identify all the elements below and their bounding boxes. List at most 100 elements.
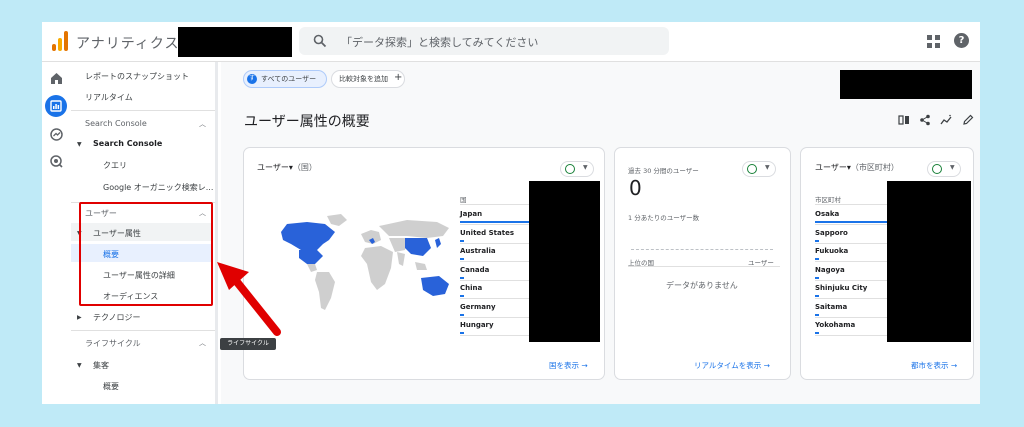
redacted-values [887,181,971,342]
explore-icon[interactable] [49,127,64,142]
add-comparison-button[interactable]: 比較対象を追加 + [331,70,405,88]
redacted-date-range[interactable] [840,70,972,99]
sidebar-item-realtime[interactable]: リアルタイム [85,92,133,103]
row-bar [460,239,464,242]
table-row[interactable]: Fukuoka [815,247,848,255]
redacted-property-selector[interactable] [178,27,292,57]
table-row[interactable]: Australia [460,247,496,255]
annotation-highlight-box [79,202,213,306]
table-row[interactable]: Germany [460,303,496,311]
table-row[interactable]: Osaka [815,210,839,218]
row-bar [460,313,464,316]
country-card: ユーザー▾（国） ▼ 国 Japan United States Austral… [243,147,605,380]
card-title[interactable]: ユーザー▾（国） [257,162,317,173]
arrow-right-icon: → [581,361,588,370]
table-row[interactable]: Nagoya [815,266,845,274]
left-nav-rail [42,62,71,404]
view-realtime-link[interactable]: リアルタイムを表示 → [694,360,770,371]
row-divider [460,335,530,336]
chevron-up-icon[interactable]: ︿ [199,338,206,348]
sidebar-group-search-console[interactable]: Search Console [93,139,162,148]
sidebar-item-organic-search[interactable]: Google オーガニック検索レ... [103,182,213,193]
card-title[interactable]: ユーザー▾（市区町村） [815,162,899,173]
caret-down-icon[interactable]: ▼ [77,362,82,369]
reports-nav-active[interactable] [45,95,67,117]
realtime-title: 過去 30 分間のユーザー [628,167,699,175]
link-label: 国を表示 [549,361,579,370]
sidebar-item-queries[interactable]: クエリ [103,160,127,171]
row-bar [460,295,464,297]
dropdown-arrow-icon: ▼ [765,164,770,171]
compare-columns-icon[interactable] [898,114,910,126]
sidebar-item-acquisition-overview[interactable]: 概要 [103,381,119,392]
search-input[interactable]: 「データ探索」と検索してみてください [299,27,669,55]
segment-chip-all-users[interactable]: す すべてのユーザー [243,70,327,88]
city-card: ユーザー▾（市区町村） ▼ 市区町村 Osaka Sapporo Fukuoka Na… [800,147,974,380]
metric-selector[interactable]: ユーザー▾ [257,163,293,172]
table-row[interactable]: United States [460,229,514,237]
row-bar [815,295,819,297]
sparkline-baseline [631,249,773,250]
view-cities-link[interactable]: 都市を表示 → [911,360,957,371]
dropdown-arrow-icon: ▼ [583,164,588,171]
analytics-logo-icon[interactable] [52,31,70,51]
home-icon[interactable] [49,71,64,86]
chevron-up-icon[interactable]: ︿ [199,119,206,129]
edit-icon[interactable] [962,114,974,126]
help-icon[interactable]: ? [954,33,969,48]
divider [71,110,215,111]
realtime-card: 過去 30 分間のユーザー ▼ 0 1 分あたりのユーザー数 上位の国 ユーザー… [614,147,791,380]
view-countries-link[interactable]: 国を表示 → [549,360,588,371]
status-dropdown[interactable]: ▼ [560,161,594,177]
share-icon[interactable] [919,114,931,126]
advertising-icon[interactable] [49,154,64,169]
table-row[interactable]: Japan [460,210,482,218]
row-bar [460,276,464,279]
row-divider [628,266,780,267]
row-divider [815,298,887,299]
dropdown-arrow-icon: ▼ [950,164,955,171]
annotation-arrow [217,262,281,336]
sidebar-group-tech[interactable]: テクノロジー [93,312,141,323]
insights-icon[interactable] [940,114,952,126]
caret-down-icon[interactable]: ▼ [77,141,82,148]
row-divider [815,204,887,205]
sidebar-section-lifecycle[interactable]: ライフサイクル [85,338,141,349]
apps-grid-icon[interactable] [927,35,940,48]
row-divider [815,279,887,281]
table-row[interactable]: Shinjuku City [815,284,867,292]
dimension-label: （市区町村） [850,163,899,172]
row-bar [460,221,530,223]
sidebar-group-acquisition[interactable]: 集客 [93,360,109,371]
row-divider [460,204,530,205]
row-divider [460,279,530,281]
row-bar [815,313,819,316]
caret-right-icon[interactable]: ▶ [77,314,82,321]
check-circle-icon [932,164,942,174]
status-dropdown[interactable]: ▼ [742,161,776,177]
column-header: 国 [460,196,467,204]
tooltip: ライフサイクル [220,338,276,350]
arrow-right-icon: → [950,361,958,370]
table-row[interactable]: Yokohama [815,321,855,329]
table-row[interactable]: Canada [460,266,489,274]
search-icon [313,34,327,48]
row-bar [460,332,464,334]
main-content: す すべてのユーザー 比較対象を追加 + ユーザー属性の概要 ユーザー▾（国） … [221,62,980,404]
app-name: アナリティクス [76,36,180,52]
table-row[interactable]: Sapporo [815,229,848,237]
empty-state: データがありません [666,281,738,290]
row-bar [815,258,819,260]
link-label: リアルタイムを表示 [694,361,762,370]
status-dropdown[interactable]: ▼ [927,161,961,177]
table-row[interactable]: Saitama [815,303,847,311]
row-bar [460,258,464,260]
column-header: 市区町村 [815,196,841,204]
sidebar-section-search-console[interactable]: Search Console [85,119,147,128]
row-divider [815,242,887,244]
sidebar-item-snapshot[interactable]: レポートのスナップショット [85,71,189,82]
table-row[interactable]: Hungary [460,321,494,329]
row-divider [815,316,887,318]
metric-selector[interactable]: ユーザー▾ [815,163,851,172]
table-row[interactable]: China [460,284,482,292]
